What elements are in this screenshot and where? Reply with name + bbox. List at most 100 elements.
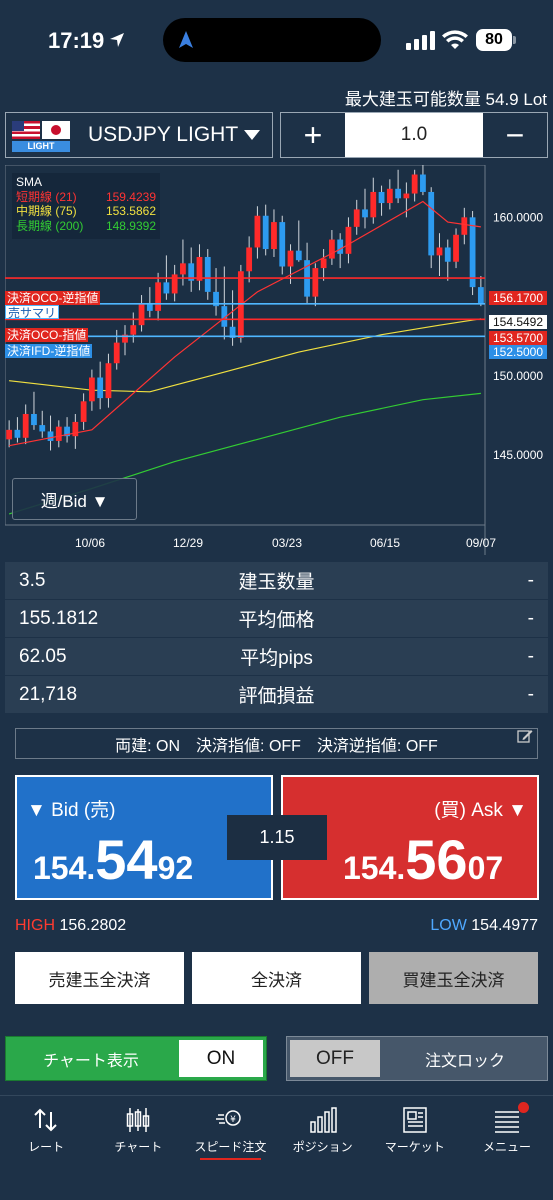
order-lock-label: 注文ロック [424, 1052, 505, 1070]
chart-display-value[interactable]: ON [179, 1040, 263, 1077]
sell-summary-label[interactable]: 売サマリ [5, 305, 60, 320]
candle-body [47, 431, 54, 441]
candle-body [453, 234, 459, 262]
battery-tip [513, 36, 516, 44]
position-summary-table: 建玉数量 3.5 - 平均価格 155.1812 - 平均pips 62.05 … [5, 562, 548, 714]
sell-close-all-button[interactable]: 売建玉全決済 [15, 952, 184, 1004]
candle-body [428, 191, 435, 256]
ask-label: (買) Ask ▼ [434, 800, 527, 821]
candle-body [246, 247, 253, 272]
position-label: 平均pips [240, 648, 313, 669]
ask-price-major: 154. [343, 850, 406, 886]
sma-legend: SMA 短期線 (21) 159.4239 中期線 (75) 153.5862 長期… [12, 173, 160, 239]
nav-item-speed-order[interactable]: ¥ スピード注文 [184, 1096, 276, 1166]
sma-row-long: 長期線 (200) 148.9392 [16, 219, 156, 234]
nav-item-menu[interactable]: メニュー [461, 1096, 553, 1166]
nav-label: レート [28, 1140, 65, 1154]
candle-body [362, 209, 368, 218]
nav-item-rate[interactable]: レート [0, 1096, 92, 1166]
price-chart[interactable]: 10/0612/2903/2306/1509/07160.0000155.000… [4, 164, 548, 555]
candle-body [31, 413, 37, 426]
timeframe-button[interactable]: 週/Bid ▼ [12, 478, 137, 520]
order-lock-value[interactable]: OFF [290, 1040, 380, 1077]
bid-price: 154.5492 [33, 827, 193, 892]
ifd-stop-label[interactable]: 決済IFD-逆指値 [5, 344, 93, 358]
candle-body [287, 250, 294, 267]
quantity-plus-button[interactable]: + [281, 113, 345, 157]
notification-dot [517, 1102, 529, 1113]
candle-body [262, 215, 269, 250]
light-tag: LIGHT [12, 141, 70, 152]
order-settings-text: 両建: ON 決済指値: OFF 決済逆指値: OFF [115, 737, 438, 755]
nav-label: メニュー [482, 1140, 531, 1154]
sma-long-label: 長期線 (200) [16, 218, 84, 233]
oco-stop-price-tag: 156.1700 [489, 291, 547, 305]
menu-list-icon [494, 1111, 519, 1133]
order-settings-bar[interactable]: 両建: ON 決済指値: OFF 決済逆指値: OFF [15, 728, 538, 759]
candle-body [22, 413, 29, 438]
cellular-signal-icon [406, 31, 435, 50]
symbol-selector[interactable]: LIGHT USDJPY LIGHT [5, 112, 273, 158]
high-value: 156.2802 [59, 917, 127, 934]
candle-body [420, 174, 426, 192]
candle-body [163, 282, 170, 294]
candle-body [329, 239, 335, 259]
candlestick-icon [127, 1108, 150, 1132]
quantity-input[interactable]: 1.0 [345, 113, 483, 157]
table-row: 平均価格 155.1812 - [5, 600, 548, 638]
order-lock-toggle[interactable]: OFF 注文ロック [286, 1036, 548, 1081]
nav-item-position[interactable]: ポジション [277, 1096, 369, 1166]
nav-label: マーケット [384, 1140, 445, 1154]
candle-body [254, 215, 261, 248]
candle-body [337, 239, 344, 254]
ask-price-pips: 56 [405, 828, 468, 891]
nav-item-market[interactable]: マーケット [369, 1096, 461, 1166]
oco-limit-label[interactable]: 決済OCO-指値 [5, 328, 89, 342]
quantity-minus-button[interactable]: − [483, 113, 547, 157]
battery-level: 80 [476, 29, 512, 51]
sma-mid-label: 中期線 (75) [16, 204, 77, 218]
nav-item-chart[interactable]: チャート [92, 1096, 184, 1166]
x-tick-label: 06/15 [370, 536, 400, 550]
candle-body [395, 188, 401, 199]
position-value: 3.5 [19, 569, 46, 591]
candle-body [378, 191, 385, 204]
location-arrow-icon [110, 33, 124, 47]
sma-long-value: 148.9392 [105, 218, 156, 233]
buy-close-all-button[interactable]: 買建玉全決済 [369, 952, 538, 1004]
candle-body [320, 258, 327, 269]
sma-short-label: 短期線 (21) [16, 189, 77, 204]
candle-body [271, 222, 277, 250]
candle-body [80, 401, 87, 422]
x-tick-label: 09/07 [466, 536, 496, 550]
position-dash: - [527, 683, 534, 705]
ask-price-fraction: 07 [467, 850, 504, 886]
oco-stop-label[interactable]: 決済OCO-逆指値 [5, 291, 101, 305]
position-dash: - [527, 645, 534, 667]
candle-body [469, 217, 476, 288]
sma-title: SMA [16, 175, 43, 189]
bid-price-fraction: 92 [157, 850, 194, 886]
y-tick-label: 150.0000 [493, 369, 543, 383]
edit-icon[interactable] [517, 728, 533, 744]
sma-row-mid: 中期線 (75) 153.5862 [16, 204, 156, 219]
high-price: HIGH 156.2802 [15, 917, 126, 935]
chart-display-toggle[interactable]: チャート表示 ON [5, 1036, 267, 1081]
close-all-button[interactable]: 全決済 [192, 952, 361, 1004]
position-dash: - [527, 607, 534, 629]
candle-body [461, 217, 468, 235]
nav-label: チャート [114, 1140, 163, 1154]
candle-body [312, 268, 319, 297]
low-label: LOW [430, 917, 467, 934]
max-quantity-text: 最大建玉可能数量 54.9 Lot [344, 90, 547, 109]
candle-body [370, 191, 377, 218]
sma-short-value: 159.4239 [105, 189, 156, 204]
candle-body [279, 222, 286, 267]
symbol-name: USDJPY LIGHT [88, 123, 239, 146]
candle-body [138, 302, 145, 326]
candle-body [386, 188, 393, 204]
candle-body [97, 377, 104, 399]
quantity-stepper: + 1.0 − [280, 112, 548, 158]
wifi-icon [442, 30, 468, 49]
low-value: 154.4977 [471, 917, 538, 934]
